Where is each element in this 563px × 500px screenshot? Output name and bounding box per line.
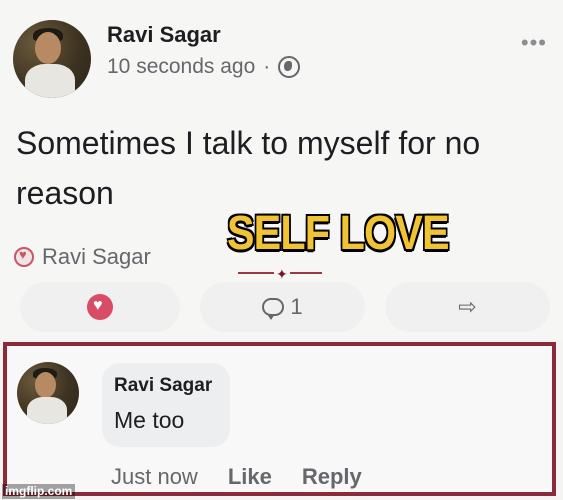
meme-caption: SELF LOVE xyxy=(227,207,449,260)
avatar-shirt xyxy=(25,64,75,98)
comment-text: Me too xyxy=(114,407,185,433)
love-button[interactable] xyxy=(20,282,180,332)
comment-reply-link[interactable]: Reply xyxy=(302,464,362,490)
comment-count: 1 xyxy=(290,294,303,319)
avatar-face xyxy=(35,372,56,398)
share-icon: ⇨ xyxy=(458,294,477,319)
comment-actions: Just now Like Reply xyxy=(111,464,362,490)
post-card: Ravi Sagar 10 seconds ago · ••• Sometime… xyxy=(0,0,563,340)
comment-bubble: Ravi Sagar Me too xyxy=(102,363,230,447)
post-timestamp[interactable]: 10 seconds ago xyxy=(107,55,255,79)
comment-author-name[interactable]: Ravi Sagar xyxy=(114,375,212,397)
commenter-avatar[interactable] xyxy=(17,362,79,424)
globe-icon xyxy=(278,56,301,78)
reaction-summary[interactable]: Ravi Sagar xyxy=(14,244,151,270)
post-meta: 10 seconds ago · xyxy=(107,55,301,79)
reaction-user-name: Ravi Sagar xyxy=(42,244,151,269)
comment-timestamp[interactable]: Just now xyxy=(111,464,198,490)
watermark: imgflip.com xyxy=(2,484,76,499)
avatar-face xyxy=(35,32,61,64)
love-reaction-icon xyxy=(14,247,34,267)
author-avatar[interactable] xyxy=(13,20,91,98)
meta-separator: · xyxy=(263,55,271,78)
highlighted-comment: Ravi Sagar Me too Just now Like Reply xyxy=(3,342,556,496)
sparkle-line-right xyxy=(290,272,322,274)
comment-button[interactable]: 1 xyxy=(200,282,365,332)
share-button[interactable]: ⇨ xyxy=(385,282,550,332)
more-options-icon[interactable]: ••• xyxy=(521,30,547,56)
comment-like-link[interactable]: Like xyxy=(228,464,272,490)
post-author-name[interactable]: Ravi Sagar xyxy=(107,22,221,48)
comment-icon xyxy=(262,298,285,320)
heart-icon xyxy=(87,294,113,320)
sparkle-icon: ✦ xyxy=(276,266,288,282)
post-actions-bar: 1 ⇨ xyxy=(0,280,563,332)
sparkle-line-left xyxy=(238,272,274,274)
avatar-shirt xyxy=(27,397,67,424)
post-body-text: Sometimes I talk to myself for no reason xyxy=(16,125,481,211)
